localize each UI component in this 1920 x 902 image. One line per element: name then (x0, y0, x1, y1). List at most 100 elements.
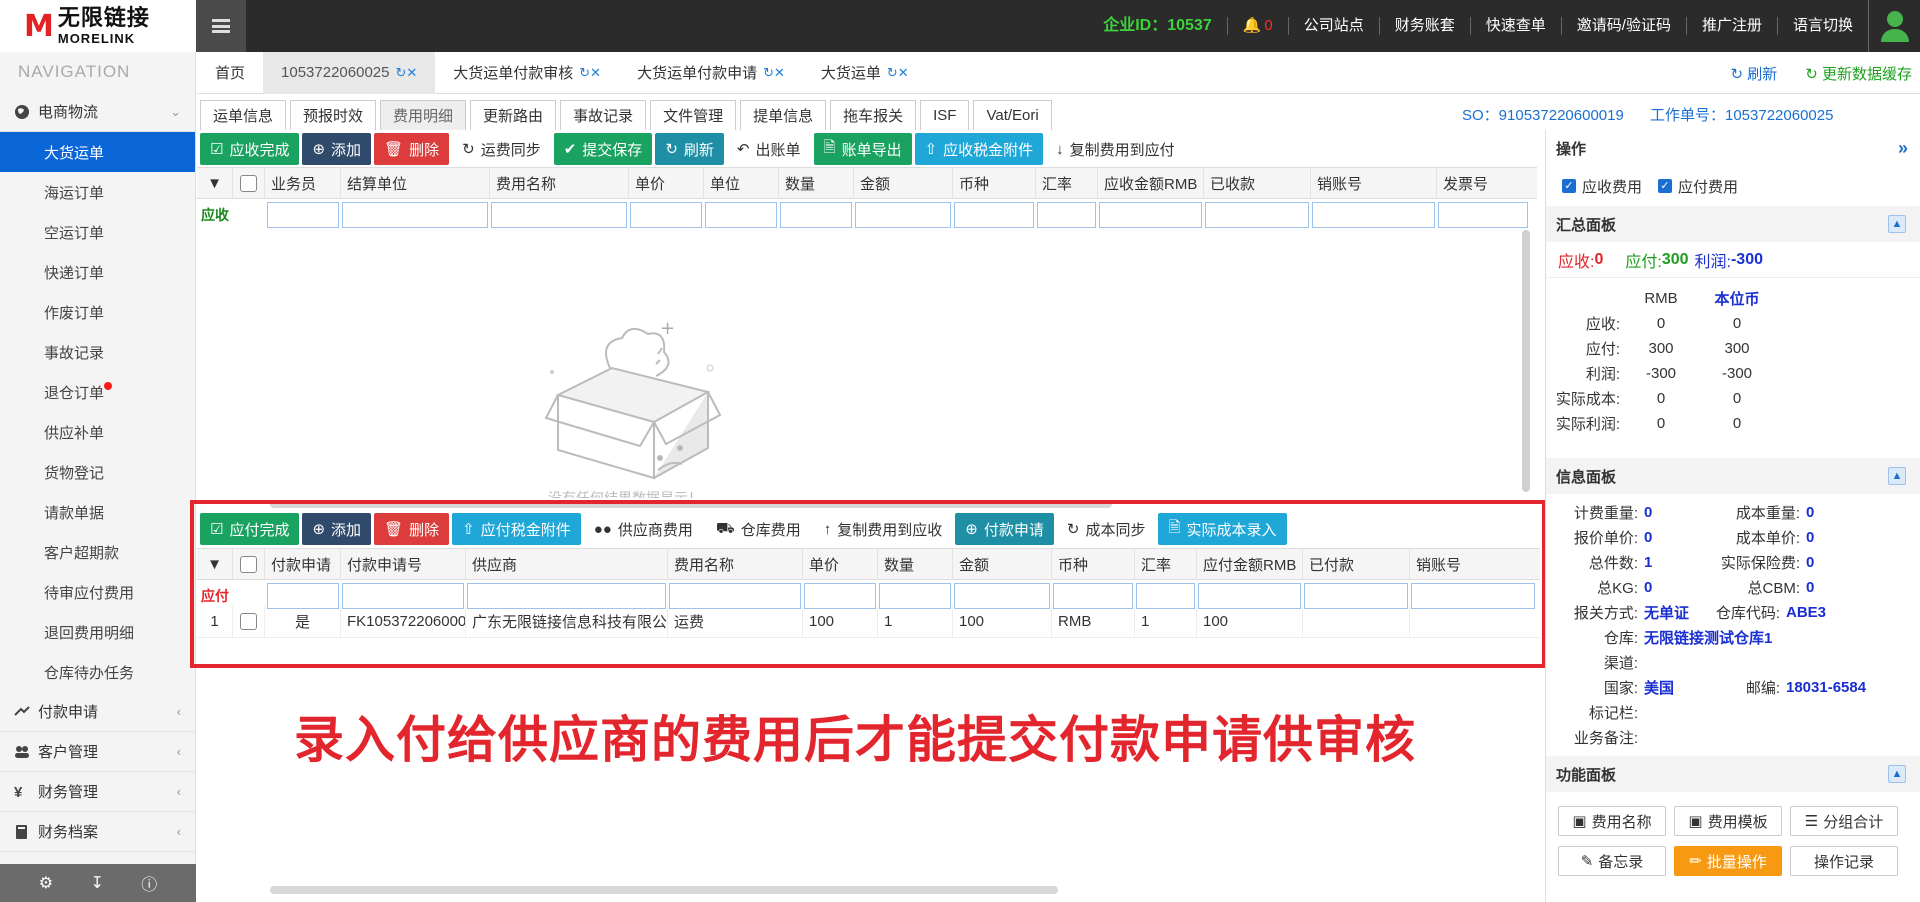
subtab-incident[interactable]: 事故记录 (560, 100, 647, 130)
sidebar-item-refund[interactable]: 退回费用明细 (0, 612, 195, 652)
subtab-trucking[interactable]: 拖车报关 (830, 100, 917, 130)
sidebar-item-pending-payable[interactable]: 待审应付费用 (0, 572, 195, 612)
sidebar-item-bulk-waybill[interactable]: 大货运单 (0, 132, 195, 172)
collapse-icon[interactable]: ▲ (1888, 467, 1906, 485)
col-rate[interactable]: 汇率 (1036, 167, 1098, 199)
payable-fee-checkbox[interactable]: ✓ 应付费用 (1658, 176, 1738, 197)
sidebar-item-payment-docs[interactable]: 请款单据 (0, 492, 195, 532)
col-fee-name[interactable]: 费用名称 (490, 167, 629, 199)
filter-input[interactable] (1205, 202, 1309, 228)
sidebar-item-express-order[interactable]: 快递订单 (0, 252, 195, 292)
sidebar-group-finance-archive[interactable]: 财务档案 ‹ (0, 812, 195, 852)
filter-input[interactable] (267, 202, 339, 228)
filter-input[interactable] (855, 202, 951, 228)
sidebar-item-air-order[interactable]: 空运订单 (0, 212, 195, 252)
submit-save-button[interactable]: ✔ 提交保存 (553, 133, 653, 165)
double-chevron-right-icon[interactable]: » (1898, 138, 1908, 159)
issue-bill-button[interactable]: ↶ 出账单 (727, 133, 811, 165)
filter-input[interactable] (954, 202, 1034, 228)
update-cache-button[interactable]: ↻ 更新数据缓存 (1805, 63, 1912, 84)
brand-logo[interactable]: M 无限链接 MORELINK (0, 0, 196, 52)
filter-input[interactable] (1037, 202, 1096, 228)
filter-input[interactable] (1099, 202, 1202, 228)
col-receivable-rmb[interactable]: 应收金额RMB (1098, 167, 1204, 199)
filter-input[interactable] (342, 202, 488, 228)
refresh-list-button[interactable]: ↻ 刷新 (655, 133, 724, 165)
subtab-files[interactable]: 文件管理 (650, 100, 737, 130)
subtab-waybill-info[interactable]: 运单信息 (200, 100, 287, 130)
menu-toggle-button[interactable] (196, 0, 246, 52)
receivable-complete-button[interactable]: ☑ 应收完成 (200, 133, 300, 165)
col-invoice[interactable]: 发票号 (1437, 167, 1537, 199)
collapse-icon[interactable]: ▲ (1888, 765, 1906, 783)
download-icon[interactable]: ↧ (90, 873, 103, 893)
notifications-button[interactable]: 🔔 0 (1226, 17, 1288, 35)
subtab-route[interactable]: 更新路由 (470, 100, 557, 130)
sidebar-item-incident[interactable]: 事故记录 (0, 332, 195, 372)
tab-payment-request[interactable]: 大货运单付款申请 ↻✕ (619, 52, 803, 94)
memo-button[interactable]: ✎ 备忘录 (1558, 846, 1666, 876)
batch-operation-button[interactable]: ✏ 批量操作 (1674, 846, 1782, 876)
select-all-checkbox[interactable] (233, 167, 265, 199)
refresh-close-icon[interactable]: ↻✕ (763, 65, 785, 81)
col-amount[interactable]: 金额 (854, 167, 953, 199)
filter-input[interactable] (1312, 202, 1435, 228)
tab-payment-review[interactable]: 大货运单付款审核 ↻✕ (435, 52, 619, 94)
sidebar-item-cargo[interactable]: 货物登记 (0, 452, 195, 492)
filter-input[interactable] (705, 202, 777, 228)
col-settlement-unit[interactable]: 结算单位 (341, 167, 490, 199)
nav-quick-search[interactable]: 快速查单 (1469, 17, 1561, 35)
filter-input[interactable] (491, 202, 627, 228)
filter-input[interactable] (1438, 202, 1528, 228)
col-unit-price[interactable]: 单价 (629, 167, 704, 199)
subtab-vat-eori[interactable]: Vat/Eori (973, 100, 1052, 130)
col-received[interactable]: 已收款 (1204, 167, 1311, 199)
receivable-tax-attachment-button[interactable]: ⇧ 应收税金附件 (914, 133, 1044, 165)
refresh-close-icon[interactable]: ↻✕ (395, 65, 417, 81)
nav-company-site[interactable]: 公司站点 (1287, 17, 1379, 35)
horizontal-scrollbar[interactable] (270, 886, 1058, 894)
sidebar-item-warehouse-tasks[interactable]: 仓库待办任务 (0, 652, 195, 692)
subtab-isf[interactable]: ISF (920, 100, 970, 130)
col-currency[interactable]: 币种 (953, 167, 1036, 199)
nav-promo-register[interactable]: 推广注册 (1685, 17, 1777, 35)
group-total-button[interactable]: ☰ 分组合计 (1790, 806, 1898, 836)
sidebar-group-finance[interactable]: ¥ 财务管理 ‹ (0, 772, 195, 812)
user-avatar[interactable] (1868, 0, 1920, 52)
filter-input[interactable] (630, 202, 702, 228)
nav-finance-books[interactable]: 财务账套 (1378, 17, 1470, 35)
add-receivable-button[interactable]: ⊕ 添加 (302, 133, 372, 165)
collapse-icon[interactable]: ▲ (1888, 215, 1906, 233)
vertical-scrollbar[interactable] (1522, 230, 1530, 492)
export-bill-button[interactable]: 🗎 账单导出 (813, 133, 912, 165)
sidebar-item-overdue[interactable]: 客户超期款 (0, 532, 195, 572)
nav-invite-code[interactable]: 邀请码/验证码 (1560, 17, 1686, 35)
refresh-close-icon[interactable]: ↻✕ (579, 65, 601, 81)
sidebar-group-customer[interactable]: 客户管理 ‹ (0, 732, 195, 772)
tab-bulk-waybill[interactable]: 大货运单 ↻✕ (803, 52, 927, 94)
subtab-bl-info[interactable]: 提单信息 (740, 100, 827, 130)
sidebar-item-void-order[interactable]: 作废订单 (0, 292, 195, 332)
settings-icon[interactable]: ⚙ (39, 873, 53, 893)
refresh-close-icon[interactable]: ↻✕ (887, 65, 909, 81)
help-icon[interactable]: ⓘ (141, 871, 157, 895)
subtab-forecast[interactable]: 预报时效 (290, 100, 377, 130)
col-qty[interactable]: 数量 (779, 167, 854, 199)
filter-input[interactable] (780, 202, 852, 228)
freight-sync-button[interactable]: ↻ 运费同步 (452, 133, 551, 165)
refresh-button[interactable]: ↻ 刷新 (1730, 63, 1777, 84)
sidebar-group-ecom[interactable]: 电商物流 ⌄ (0, 92, 195, 132)
col-write-off[interactable]: 销账号 (1311, 167, 1437, 199)
sidebar-group-payment[interactable]: 付款申请 ‹ (0, 692, 195, 732)
receivable-fee-checkbox[interactable]: ✓ 应收费用 (1562, 176, 1642, 197)
fee-name-button[interactable]: ▣ 费用名称 (1558, 806, 1666, 836)
filter-icon[interactable]: ▼ (197, 167, 233, 199)
tab-order-1053722060025[interactable]: 1053722060025 ↻✕ (263, 51, 436, 94)
sidebar-item-sea-order[interactable]: 海运订单 (0, 172, 195, 212)
col-salesman[interactable]: 业务员 (265, 167, 341, 199)
copy-to-payable-button[interactable]: ↓ 复制费用到应付 (1046, 133, 1185, 165)
sidebar-item-return-order[interactable]: 退仓订单 (0, 372, 195, 412)
operation-log-button[interactable]: 操作记录 (1790, 846, 1898, 876)
tab-home[interactable]: 首页 (197, 52, 263, 94)
delete-receivable-button[interactable]: 🗑 删除 (374, 133, 450, 165)
